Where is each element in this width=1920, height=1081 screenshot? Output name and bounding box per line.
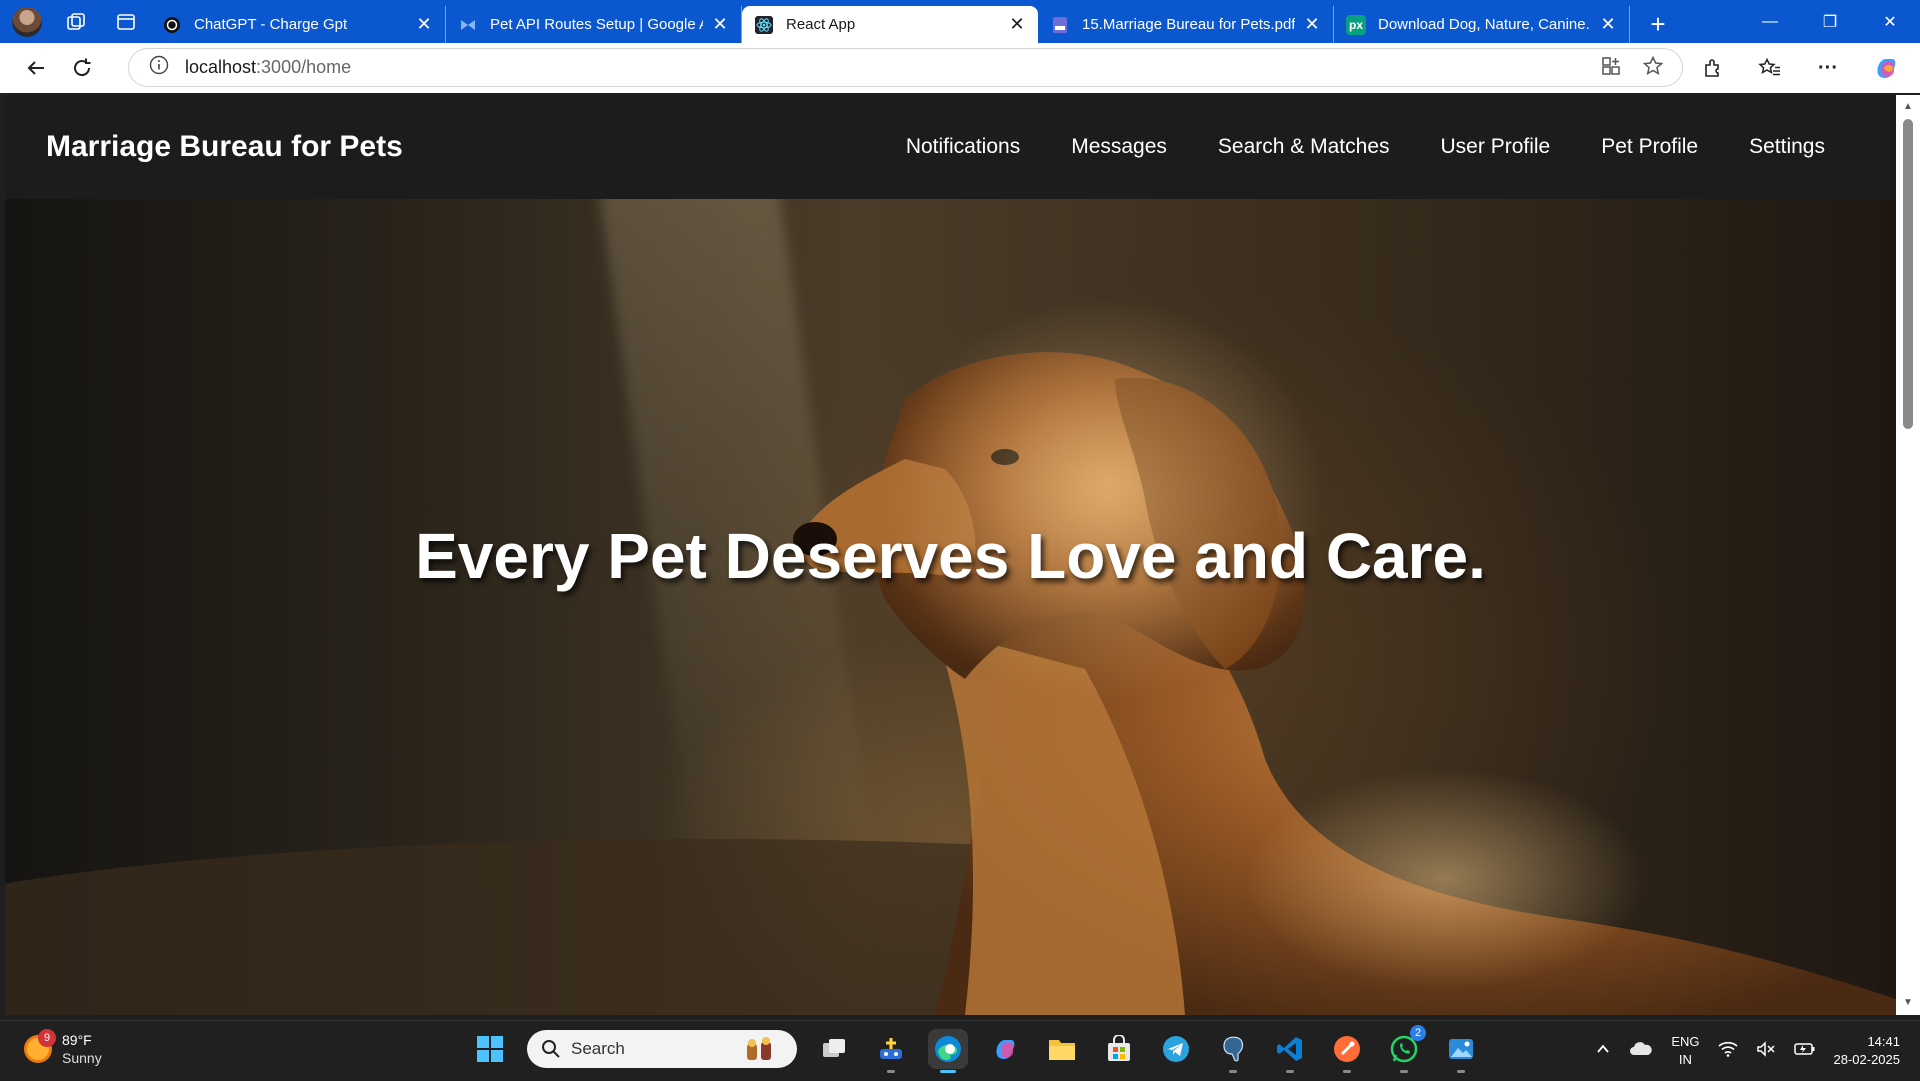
vertical-tabs-icon[interactable] <box>108 6 144 38</box>
language-indicator[interactable]: ENG IN <box>1671 1033 1699 1069</box>
favorite-star-icon[interactable] <box>1642 55 1664 82</box>
tab-react-app[interactable]: React App ✕ <box>742 6 1038 43</box>
postman-icon[interactable] <box>1327 1029 1367 1073</box>
hero-dog-image <box>5 299 1896 1015</box>
address-bar[interactable]: localhost:3000/home <box>128 48 1683 87</box>
back-button[interactable] <box>14 48 58 88</box>
windows-taskbar: 9 89°F Sunny Search 2 ENG IN 14:41 28-02… <box>0 1020 1920 1080</box>
photos-icon[interactable] <box>1441 1029 1481 1073</box>
refresh-button[interactable] <box>60 48 104 88</box>
page-scrollbar[interactable]: ▲ ▼ <box>1896 95 1920 1015</box>
weather-widget[interactable]: 9 89°F Sunny <box>24 1029 102 1067</box>
restore-button[interactable]: ❐ <box>1800 0 1860 43</box>
page-viewport: Marriage Bureau for Pets Notifications M… <box>5 95 1896 1015</box>
close-tab-icon[interactable]: ✕ <box>1301 14 1323 36</box>
scrollbar-thumb[interactable] <box>1903 119 1913 429</box>
clock-date: 28-02-2025 <box>1833 1052 1901 1067</box>
hero-section: Every Pet Deserves Love and Care. <box>5 199 1896 1015</box>
close-window-button[interactable]: ✕ <box>1860 0 1920 43</box>
app-icon-store-games[interactable] <box>871 1029 911 1073</box>
battery-icon[interactable] <box>1793 1041 1816 1062</box>
onedrive-cloud-icon[interactable] <box>1629 1041 1653 1062</box>
telegram-icon[interactable] <box>1156 1029 1196 1069</box>
copilot-app-icon[interactable] <box>985 1029 1025 1069</box>
tab-pexels[interactable]: px Download Dog, Nature, Canine. Royalty… <box>1334 6 1630 43</box>
tab-title: 15.Marriage Bureau for Pets.pdf <box>1082 16 1295 33</box>
windows-start-icon[interactable] <box>470 1029 510 1069</box>
react-icon <box>754 15 774 35</box>
close-tab-icon[interactable]: ✕ <box>413 14 435 36</box>
search-icon <box>542 1040 560 1058</box>
tab-title: ChatGPT - Charge Gpt <box>194 16 348 33</box>
weather-badge: 9 <box>38 1029 56 1047</box>
extensions-icon[interactable] <box>1690 48 1734 88</box>
task-view-icon[interactable] <box>814 1029 854 1069</box>
minimize-button[interactable]: — <box>1740 0 1800 43</box>
clock-time: 14:41 <box>1867 1034 1900 1049</box>
new-tab-button[interactable]: + <box>1636 6 1680 43</box>
nav-pet-profile[interactable]: Pet Profile <box>1601 135 1698 159</box>
app-available-icon[interactable] <box>1600 55 1622 82</box>
tab-title: Download Dog, Nature, Canine. Royalty-Fr… <box>1378 16 1591 33</box>
nav-links: Notifications Messages Search & Matches … <box>906 95 1825 199</box>
more-options-icon[interactable]: ··· <box>1806 48 1850 88</box>
pexels-icon: px <box>1346 14 1366 35</box>
close-tab-icon[interactable]: ✕ <box>1006 14 1028 36</box>
clock[interactable]: 14:41 28-02-2025 <box>1834 1033 1901 1069</box>
site-brand[interactable]: Marriage Bureau for Pets <box>46 130 403 164</box>
url-text: localhost:3000/home <box>185 57 351 78</box>
favorites-icon[interactable] <box>1748 48 1792 88</box>
chevron-up-icon[interactable] <box>1595 1041 1611 1062</box>
postgresql-icon[interactable] <box>1213 1029 1253 1073</box>
weather-temp: 89°F <box>62 1032 92 1048</box>
lang-line1: ENG <box>1671 1034 1700 1049</box>
weather-desc: Sunny <box>62 1050 102 1066</box>
search-highlight-icon <box>741 1036 785 1062</box>
tab-title: React App <box>786 16 856 33</box>
microsoft-store-icon[interactable] <box>1099 1029 1139 1069</box>
nav-settings[interactable]: Settings <box>1749 135 1825 159</box>
wifi-icon[interactable] <box>1717 1041 1738 1062</box>
nav-notifications[interactable]: Notifications <box>906 135 1020 159</box>
whatsapp-badge: 2 <box>1410 1025 1426 1041</box>
volume-muted-icon[interactable] <box>1756 1040 1776 1062</box>
google-ai-studio-icon <box>458 15 478 35</box>
tab-title: Pet API Routes Setup | Google AI <box>490 16 703 33</box>
system-tray: ENG IN 14:41 28-02-2025 <box>1595 1021 1900 1081</box>
nav-user-profile[interactable]: User Profile <box>1441 135 1551 159</box>
search-placeholder: Search <box>571 1039 625 1058</box>
vscode-icon[interactable] <box>1270 1029 1310 1073</box>
close-tab-icon[interactable]: ✕ <box>709 14 731 36</box>
scroll-up-icon[interactable]: ▲ <box>1902 101 1914 113</box>
profile-avatar[interactable] <box>10 4 44 39</box>
browser-tabstrip: ChatGPT - Charge Gpt ✕ Pet API Routes Se… <box>0 0 1920 43</box>
taskbar-search[interactable]: Search <box>527 1030 797 1068</box>
url-host: localhost <box>185 57 257 77</box>
tab-chatgpt[interactable]: ChatGPT - Charge Gpt ✕ <box>150 6 446 43</box>
tab-google-ai[interactable]: Pet API Routes Setup | Google AI ✕ <box>446 6 742 43</box>
lang-line2: IN <box>1678 1052 1692 1067</box>
pdf-icon <box>1050 15 1070 35</box>
close-tab-icon[interactable]: ✕ <box>1597 14 1619 36</box>
browser-toolbar: localhost:3000/home ··· <box>0 43 1920 93</box>
sun-icon: 9 <box>24 1029 56 1063</box>
workspaces-icon[interactable] <box>58 6 94 38</box>
file-explorer-icon[interactable] <box>1042 1029 1082 1069</box>
nav-search-matches[interactable]: Search & Matches <box>1218 135 1390 159</box>
edge-browser-icon[interactable] <box>928 1029 968 1073</box>
whatsapp-icon[interactable]: 2 <box>1384 1025 1426 1073</box>
nav-messages[interactable]: Messages <box>1071 135 1167 159</box>
scroll-down-icon[interactable]: ▼ <box>1902 997 1914 1009</box>
tab-pdf[interactable]: 15.Marriage Bureau for Pets.pdf ✕ <box>1038 6 1334 43</box>
hero-title: Every Pet Deserves Love and Care. <box>415 520 1486 592</box>
url-path: :3000/home <box>256 57 352 77</box>
site-info-icon[interactable] <box>149 55 169 80</box>
site-navbar: Marriage Bureau for Pets Notifications M… <box>5 95 1896 199</box>
copilot-icon[interactable] <box>1864 48 1908 88</box>
chatgpt-icon <box>162 15 182 35</box>
